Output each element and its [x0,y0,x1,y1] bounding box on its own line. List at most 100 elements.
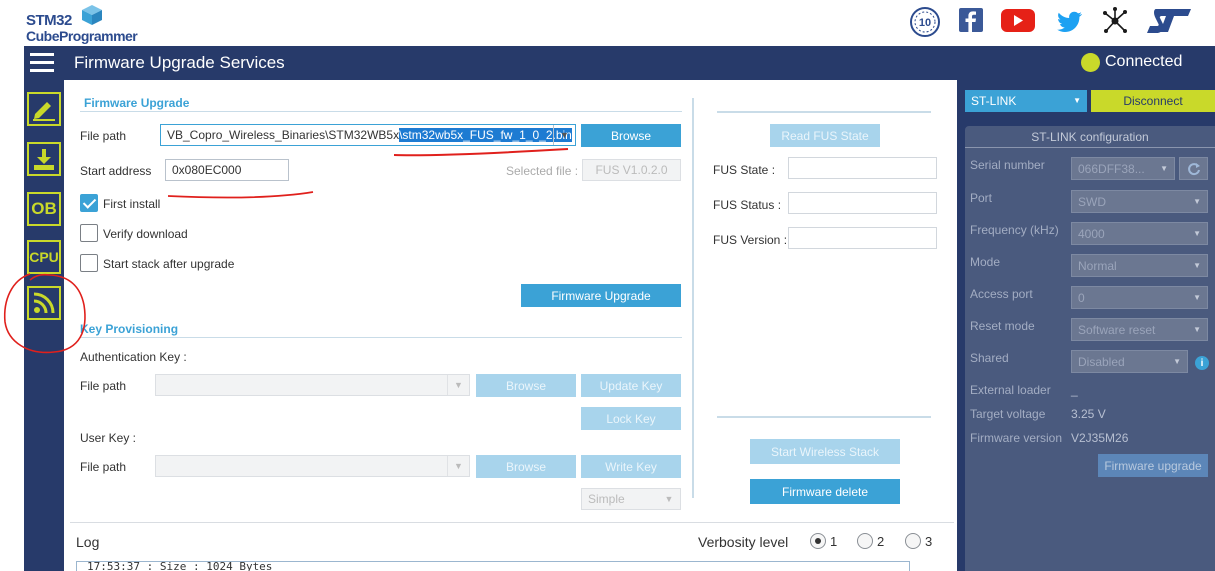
serial-number-select[interactable]: 066DFF38... [1071,157,1175,180]
page-title: Firmware Upgrade Services [74,53,285,72]
port-select[interactable]: SWD [1071,190,1208,213]
port-label: Port [970,191,993,205]
user-key-dropdown-icon: ▼ [447,456,469,476]
verbosity-radio-1[interactable] [810,533,826,549]
stlink-config-title: ST-LINK configuration [965,130,1215,148]
cube-icon [82,5,102,25]
sidebar-item-cpu[interactable]: CPU [27,240,61,274]
refresh-button[interactable] [1179,157,1208,180]
probe-select[interactable]: ST-LINK ▼ [965,90,1087,112]
start-address-input[interactable]: 0x080EC000 [165,159,289,181]
network-share-icon[interactable] [1101,6,1129,38]
rss-wireless-icon [33,292,55,314]
target-voltage-value: 3.25 V [1071,407,1106,421]
serial-number-label: Serial number [970,158,1045,172]
connection-status-dot-icon [1081,53,1100,72]
fus-status-label: FUS Status : [713,198,782,212]
selected-file-value: FUS V1.0.2.0 [582,159,681,181]
frequency-label: Frequency (kHz) [970,223,1059,237]
firmware-upgrade-button[interactable]: Firmware Upgrade [521,284,681,307]
mode-label: Mode [970,255,1001,269]
auth-file-path-label: File path [80,379,127,393]
firmware-version-label: Firmware version [970,431,1063,445]
info-icon[interactable]: i [1195,356,1209,370]
fus-version-label: FUS Version : [713,233,788,247]
file-path-label: File path [80,129,127,143]
firmware-upgrade-section-title: Firmware Upgrade [84,96,190,110]
verbosity-radio-3[interactable] [905,533,921,549]
frequency-select[interactable]: 4000 [1071,222,1208,245]
youtube-icon[interactable] [1000,6,1036,38]
file-path-input[interactable]: VB_Copro_Wireless_Binaries\STM32WB5x\stm… [160,124,576,146]
shared-select[interactable]: Disabled [1071,350,1188,373]
verify-download-label: Verify download [103,227,188,241]
authentication-key-label: Authentication Key : [80,350,187,364]
read-fus-state-button[interactable]: Read FUS State [770,124,880,147]
twitter-icon[interactable] [1057,6,1083,38]
access-port-label: Access port [970,287,1033,301]
hamburger-menu-icon[interactable] [30,53,54,73]
firmware-version-value: V2J35M26 [1071,431,1129,445]
auth-key-dropdown-icon: ▼ [447,375,469,395]
facebook-icon[interactable] [958,6,984,38]
log-output[interactable]: 17:53:37 : Size : 1024 Bytes [76,561,910,571]
st-logo-icon[interactable] [1146,6,1192,38]
verbosity-level-1-label: 1 [830,534,838,549]
log-title: Log [76,534,100,550]
sidebar-item-wireless[interactable] [27,286,61,320]
verbosity-level-2-label: 2 [877,534,885,549]
disconnect-button[interactable]: Disconnect [1091,90,1215,112]
fus-version-value [788,227,937,249]
stlink-panel: ST-LINK ▼ Disconnect ST-LINK configurati… [957,80,1215,571]
browse-button[interactable]: Browse [581,124,681,147]
lock-key-button[interactable]: Lock Key [581,407,681,430]
user-file-path-label: File path [80,460,127,474]
sidebar-item-erasing-programming[interactable] [27,92,61,126]
file-path-selection: \stm32wb5x_FUS_fw_1_0_2.bin [399,128,572,142]
access-port-select[interactable]: 0 [1071,286,1208,309]
user-browse-button[interactable]: Browse [476,455,576,478]
key-provisioning-section-title: Key Provisioning [80,322,179,336]
panel-splitter[interactable] [692,98,694,498]
user-key-label: User Key : [80,431,137,445]
connection-status: Connected [1105,53,1183,70]
stlink-configuration: ST-LINK configuration Serial number 066D… [965,126,1215,571]
start-address-label: Start address [80,164,152,178]
stlink-firmware-upgrade-button[interactable]: Firmware upgrade [1098,454,1208,477]
sidebar: OB CPU [24,80,64,571]
verbosity-radio-2[interactable] [857,533,873,549]
update-key-button[interactable]: Update Key [581,374,681,397]
fus-status-value [788,192,937,214]
start-stack-checkbox[interactable] [80,254,98,272]
fus-divider-top [717,111,931,113]
verbosity-level-3-label: 3 [925,534,933,549]
sidebar-item-download[interactable] [27,142,61,176]
probe-dropdown-icon: ▼ [1073,96,1081,105]
sidebar-item-option-bytes[interactable]: OB [27,192,61,226]
auth-key-file-input: ▼ [155,374,470,396]
write-key-button[interactable]: Write Key [581,455,681,478]
stm32-cubeprogrammer-logo: STM32 CubeProgrammer [26,4,156,44]
start-stack-label: Start stack after upgrade [103,257,235,271]
shared-label: Shared [970,351,1009,365]
first-install-checkbox[interactable] [80,194,98,212]
verbosity-label: Verbosity level [698,534,789,550]
key-type-select: Simple ▼ [581,488,681,510]
auth-browse-button[interactable]: Browse [476,374,576,397]
mode-select[interactable]: Normal [1071,254,1208,277]
reset-mode-select[interactable]: Software reset [1071,318,1208,341]
verify-download-checkbox[interactable] [80,224,98,242]
firmware-delete-button[interactable]: Firmware delete [750,479,900,504]
fus-divider-bottom [717,416,931,418]
fus-state-value [788,157,937,179]
header-bar: Firmware Upgrade Services Connected [24,46,1215,80]
start-wireless-stack-button[interactable]: Start Wireless Stack [750,439,900,464]
file-path-dropdown-icon[interactable]: ▼ [553,125,575,145]
top-banner: STM32 CubeProgrammer 10 [0,0,1215,46]
key-type-dropdown-icon: ▼ [664,494,674,504]
section-divider [80,337,682,338]
anniversary-badge-icon[interactable]: 10 [908,6,942,38]
refresh-icon [1187,162,1200,175]
user-key-file-input: ▼ [155,455,470,477]
target-voltage-label: Target voltage [970,407,1046,421]
